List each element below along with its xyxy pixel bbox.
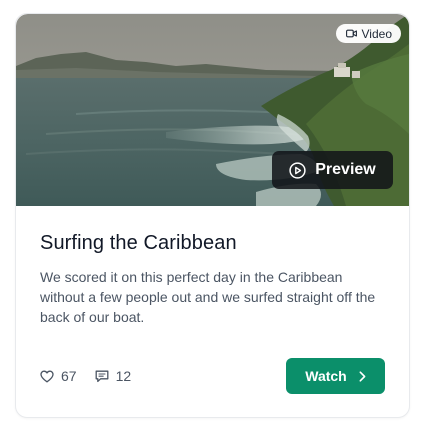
video-badge-label: Video — [361, 26, 392, 41]
likes-stat[interactable]: 67 — [40, 368, 77, 384]
likes-count: 67 — [61, 368, 77, 384]
card-title: Surfing the Caribbean — [40, 232, 237, 254]
video-badge: Video — [335, 24, 401, 43]
preview-button[interactable]: Preview — [272, 151, 393, 189]
watch-button-label: Watch — [305, 368, 347, 384]
comments-count: 12 — [115, 368, 132, 384]
play-circle-icon — [289, 161, 306, 179]
heart-icon — [40, 370, 54, 382]
comments-stat[interactable]: 12 — [95, 368, 132, 384]
preview-button-label: Preview — [315, 161, 376, 178]
card-description: We scored it on this perfect day in the … — [40, 269, 376, 325]
comment-icon — [95, 370, 109, 382]
video-card: Video Preview Surfing the Caribbean We s… — [15, 13, 410, 418]
chevron-right-icon — [359, 370, 366, 382]
watch-button[interactable]: Watch — [286, 358, 385, 394]
card-stats: 67 12 — [40, 368, 131, 384]
video-camera-icon — [345, 29, 357, 38]
video-thumbnail[interactable]: Video Preview — [16, 14, 409, 206]
